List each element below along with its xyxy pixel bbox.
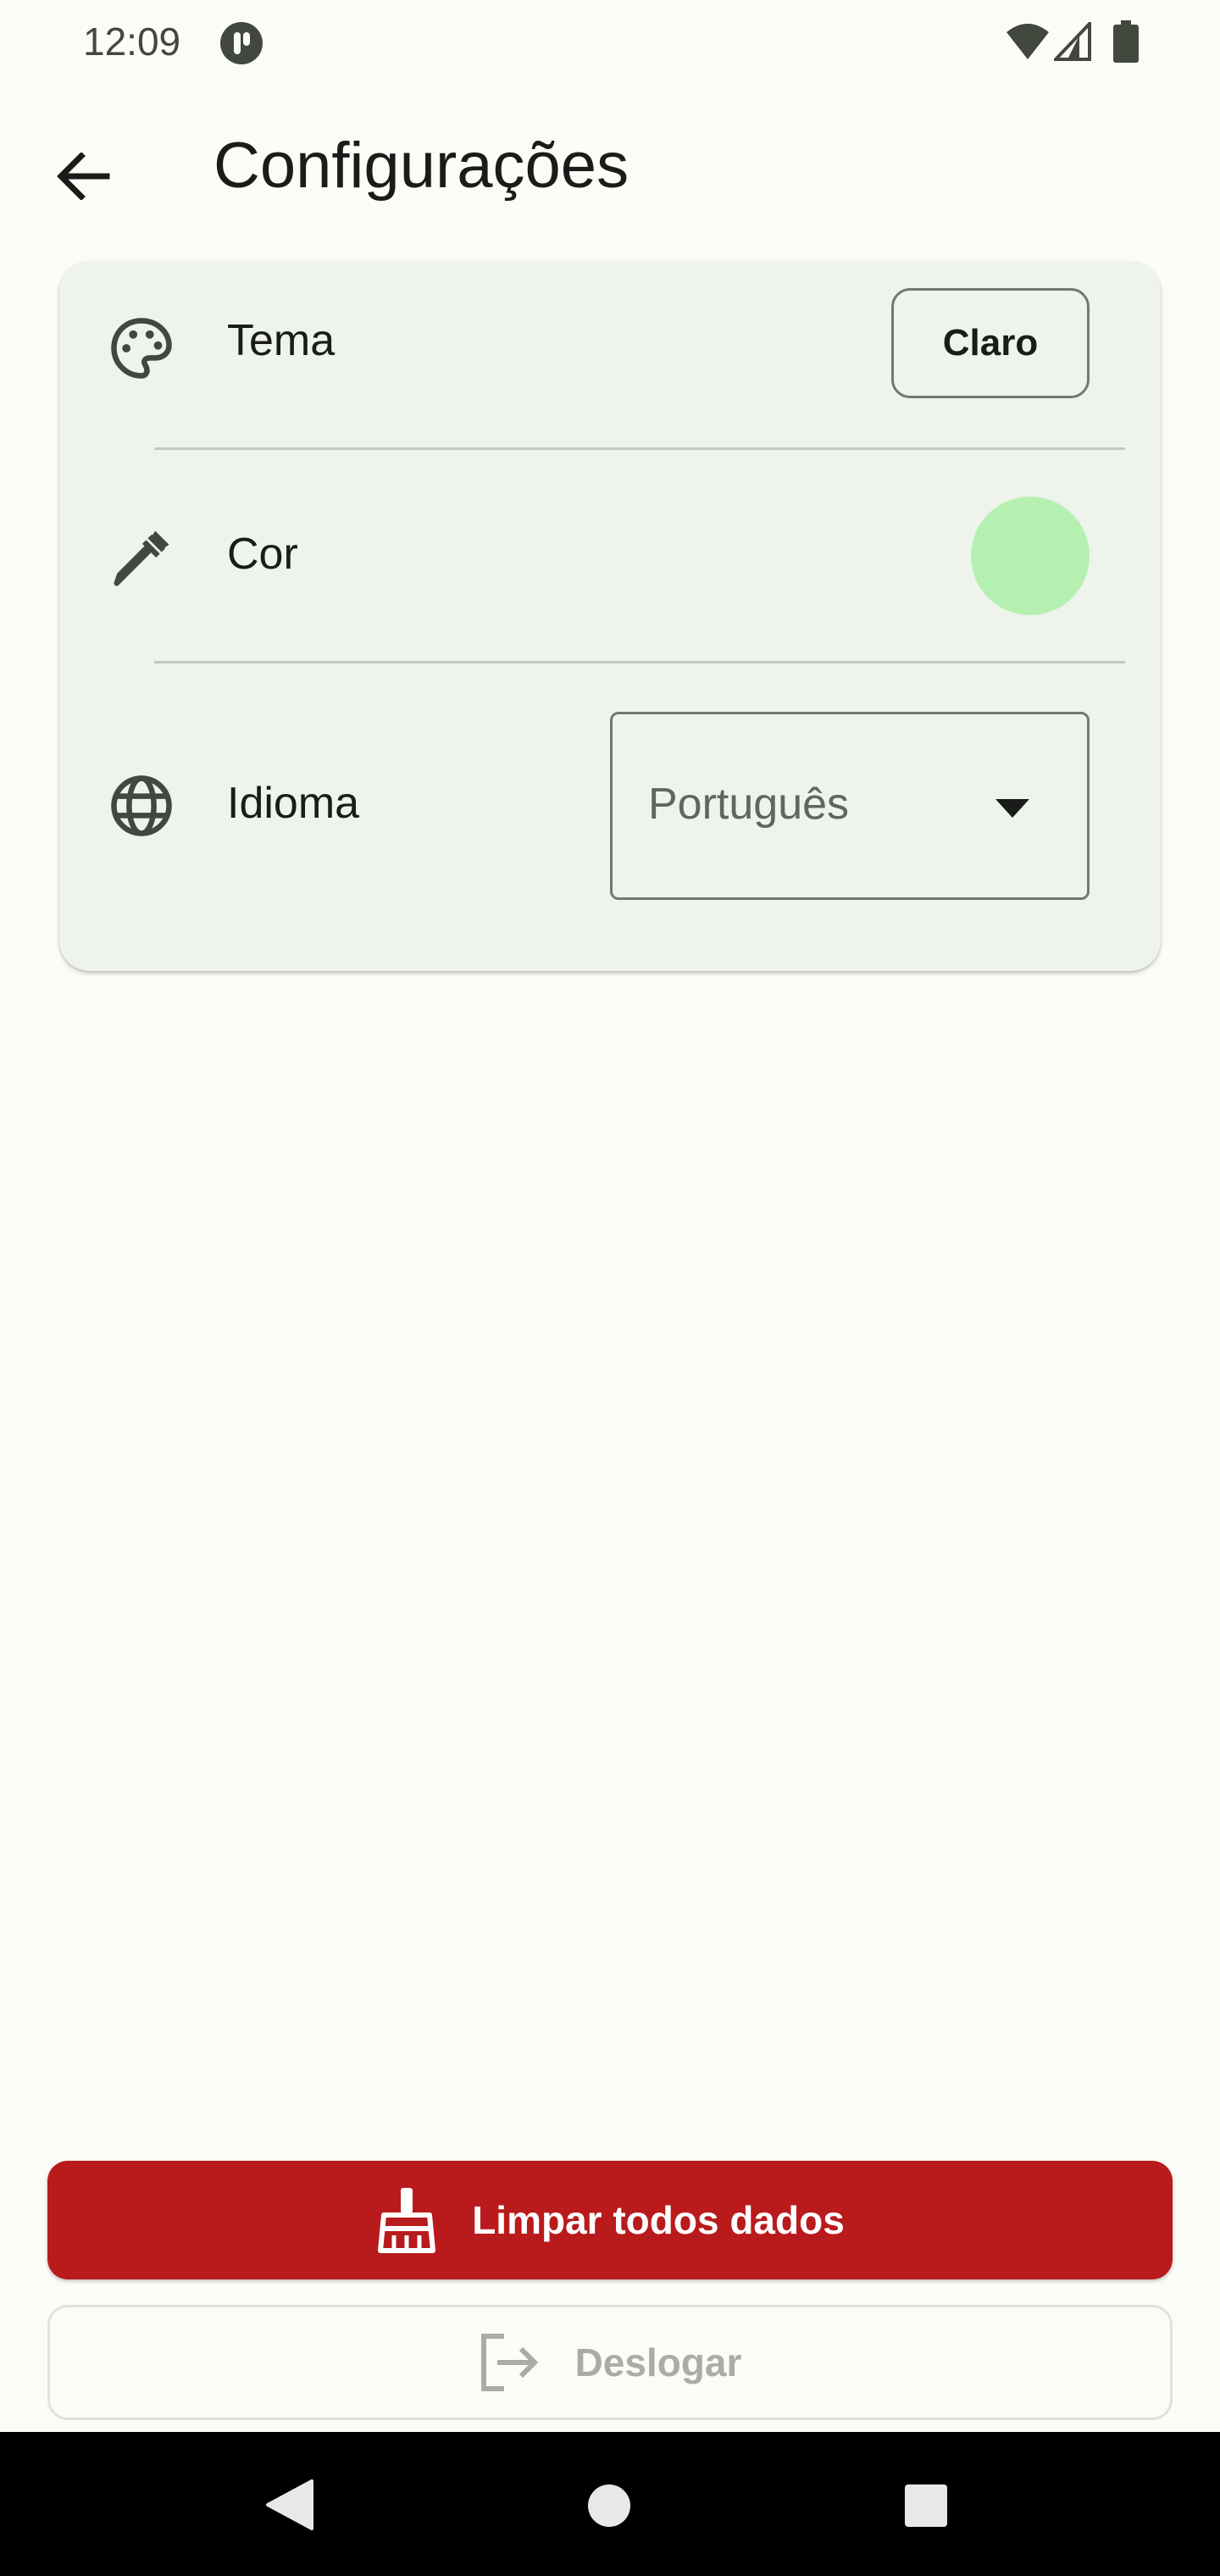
chevron-down-icon (995, 799, 1029, 818)
language-selected-value: Português (648, 780, 850, 829)
language-select[interactable]: Português (610, 712, 1090, 900)
clear-data-button[interactable]: Limpar todos dados (47, 2161, 1173, 2279)
globe-icon (111, 775, 172, 836)
logout-label: Deslogar (574, 2340, 742, 2384)
logout-button[interactable]: Deslogar (47, 2305, 1173, 2420)
broom-icon (378, 2188, 436, 2253)
settings-screen: 12:09 Configurações Tema Claro Cor Idiom… (0, 0, 1220, 2576)
nav-back-icon[interactable] (264, 2478, 315, 2532)
nav-recents-icon[interactable] (903, 2483, 949, 2529)
battery-icon (1113, 20, 1139, 63)
app-bar: Configurações (0, 85, 1220, 246)
cell-signal-icon (1054, 22, 1091, 61)
page-title: Configurações (214, 130, 629, 202)
status-bar: 12:09 (0, 0, 1220, 85)
wifi-icon (1006, 24, 1049, 59)
status-time: 12:09 (83, 19, 181, 64)
logout-icon (480, 2334, 538, 2391)
nav-home-icon[interactable] (586, 2483, 632, 2529)
back-button[interactable] (34, 127, 132, 225)
system-navigation-bar (0, 2432, 1220, 2576)
app-notification-icon (220, 22, 263, 64)
clear-data-label: Limpar todos dados (472, 2198, 845, 2242)
settings-card: Tema Claro Cor Idioma Português (59, 261, 1161, 971)
language-label: Idioma (227, 779, 360, 828)
arrow-back-icon (57, 153, 110, 200)
setting-row-language: Idioma Português (59, 261, 1161, 939)
